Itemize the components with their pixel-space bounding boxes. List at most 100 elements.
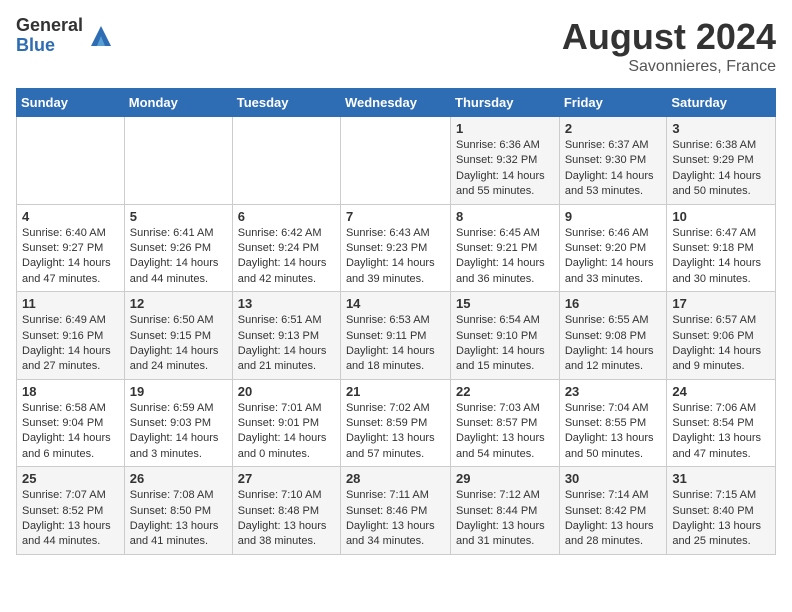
day-info: Sunrise: 6:51 AMSunset: 9:13 PMDaylight:… [238,313,335,375]
calendar-cell: 30Sunrise: 7:14 AMSunset: 8:42 PMDayligh… [559,467,667,555]
day-info: Sunrise: 6:41 AMSunset: 9:26 PMDaylight:… [130,226,227,288]
calendar-cell: 26Sunrise: 7:08 AMSunset: 8:50 PMDayligh… [124,467,232,555]
day-info: Sunrise: 7:03 AMSunset: 8:57 PMDaylight:… [456,401,554,463]
calendar-cell: 13 Sunrise: 6:51 AMSunset: 9:13 PMDayligh… [232,292,340,380]
calendar-cell: 2 Sunrise: 6:37 AMSunset: 9:30 PMDaylight… [559,117,667,205]
calendar-cell: 25Sunrise: 7:07 AMSunset: 8:52 PMDayligh… [17,467,125,555]
day-info: Sunrise: 7:02 AMSunset: 8:59 PMDaylight:… [346,401,445,463]
calendar-week-row: 11 Sunrise: 6:49 AMSunset: 9:16 PMDayligh… [17,292,776,380]
calendar-cell: 3 Sunrise: 6:38 AMSunset: 9:29 PMDaylight… [667,117,776,205]
day-info: Sunrise: 7:01 AMSunset: 9:01 PMDaylight:… [238,401,335,463]
day-info: Sunrise: 6:47 AMSunset: 9:18 PMDaylight:… [672,226,770,288]
day-number: 19 [130,384,227,399]
day-of-week-header: Thursday [451,89,560,117]
calendar-cell: 27 Sunrise: 7:10 AMSunset: 8:48 PMDayligh… [232,467,340,555]
calendar-cell: 11 Sunrise: 6:49 AMSunset: 9:16 PMDayligh… [17,292,125,380]
day-info: Sunrise: 6:50 AMSunset: 9:15 PMDaylight:… [130,313,227,375]
calendar-cell [124,117,232,205]
calendar-cell: 7 Sunrise: 6:43 AMSunset: 9:23 PMDaylight… [340,204,450,292]
title-block: August 2024 Savonnieres, France [562,16,776,76]
day-number: 20 [238,384,335,399]
calendar-cell: 6 Sunrise: 6:42 AMSunset: 9:24 PMDaylight… [232,204,340,292]
day-of-week-header: Saturday [667,89,776,117]
day-info: Sunrise: 6:54 AMSunset: 9:10 PMDaylight:… [456,313,554,375]
calendar-cell [340,117,450,205]
day-number: 31 [672,471,770,486]
day-number: 16 [565,296,662,311]
calendar-cell: 17Sunrise: 6:57 AMSunset: 9:06 PMDayligh… [667,292,776,380]
day-info: Sunrise: 7:12 AMSunset: 8:44 PMDaylight:… [456,488,554,550]
day-info: Sunrise: 7:10 AMSunset: 8:48 PMDaylight:… [238,488,335,550]
day-info: Sunrise: 6:36 AMSunset: 9:32 PMDaylight:… [456,138,554,200]
calendar-cell: 21 Sunrise: 7:02 AMSunset: 8:59 PMDayligh… [340,379,450,467]
day-of-week-header: Wednesday [340,89,450,117]
day-number: 4 [22,209,119,224]
day-number: 28 [346,471,445,486]
day-info: Sunrise: 6:49 AMSunset: 9:16 PMDaylight:… [22,313,119,375]
calendar-cell: 12 Sunrise: 6:50 AMSunset: 9:15 PMDayligh… [124,292,232,380]
day-number: 5 [130,209,227,224]
calendar-header-row: SundayMondayTuesdayWednesdayThursdayFrid… [17,89,776,117]
day-info: Sunrise: 6:55 AMSunset: 9:08 PMDaylight:… [565,313,662,375]
day-of-week-header: Sunday [17,89,125,117]
calendar-cell [17,117,125,205]
calendar-cell: 1 Sunrise: 6:36 AMSunset: 9:32 PMDaylight… [451,117,560,205]
day-info: Sunrise: 6:42 AMSunset: 9:24 PMDaylight:… [238,226,335,288]
day-number: 22 [456,384,554,399]
calendar-cell: 23 Sunrise: 7:04 AMSunset: 8:55 PMDayligh… [559,379,667,467]
calendar-cell: 5 Sunrise: 6:41 AMSunset: 9:26 PMDaylight… [124,204,232,292]
day-number: 25 [22,471,119,486]
day-info: Sunrise: 7:06 AMSunset: 8:54 PMDaylight:… [672,401,770,463]
day-number: 3 [672,121,770,136]
day-info: Sunrise: 6:58 AMSunset: 9:04 PMDaylight:… [22,401,119,463]
location: Savonnieres, France [562,58,776,76]
day-number: 23 [565,384,662,399]
day-number: 12 [130,296,227,311]
calendar-cell: 8 Sunrise: 6:45 AMSunset: 9:21 PMDaylight… [451,204,560,292]
day-number: 13 [238,296,335,311]
calendar-table: SundayMondayTuesdayWednesdayThursdayFrid… [16,88,776,555]
day-number: 24 [672,384,770,399]
calendar-cell: 9Sunrise: 6:46 AMSunset: 9:20 PMDaylight… [559,204,667,292]
day-info: Sunrise: 7:11 AMSunset: 8:46 PMDaylight:… [346,488,445,550]
day-info: Sunrise: 7:04 AMSunset: 8:55 PMDaylight:… [565,401,662,463]
calendar-cell: 20 Sunrise: 7:01 AMSunset: 9:01 PMDayligh… [232,379,340,467]
day-number: 27 [238,471,335,486]
day-number: 6 [238,209,335,224]
day-number: 2 [565,121,662,136]
day-info: Sunrise: 6:46 AMSunset: 9:20 PMDaylight:… [565,226,662,288]
calendar-cell: 16 Sunrise: 6:55 AMSunset: 9:08 PMDayligh… [559,292,667,380]
day-number: 8 [456,209,554,224]
day-info: Sunrise: 6:43 AMSunset: 9:23 PMDaylight:… [346,226,445,288]
calendar-cell: 24 Sunrise: 7:06 AMSunset: 8:54 PMDayligh… [667,379,776,467]
day-number: 14 [346,296,445,311]
day-info: Sunrise: 6:57 AMSunset: 9:06 PMDaylight:… [672,313,770,375]
day-info: Sunrise: 6:45 AMSunset: 9:21 PMDaylight:… [456,226,554,288]
day-info: Sunrise: 6:37 AMSunset: 9:30 PMDaylight:… [565,138,662,200]
calendar-cell: 4 Sunrise: 6:40 AMSunset: 9:27 PMDaylight… [17,204,125,292]
day-info: Sunrise: 6:38 AMSunset: 9:29 PMDaylight:… [672,138,770,200]
logo-icon [87,22,115,50]
calendar-cell: 14 Sunrise: 6:53 AMSunset: 9:11 PMDayligh… [340,292,450,380]
day-info: Sunrise: 7:15 AMSunset: 8:40 PMDaylight:… [672,488,770,550]
logo-general: General [16,16,83,36]
day-info: Sunrise: 6:59 AMSunset: 9:03 PMDaylight:… [130,401,227,463]
day-info: Sunrise: 6:40 AMSunset: 9:27 PMDaylight:… [22,226,119,288]
day-number: 10 [672,209,770,224]
day-number: 29 [456,471,554,486]
day-number: 21 [346,384,445,399]
day-info: Sunrise: 6:53 AMSunset: 9:11 PMDaylight:… [346,313,445,375]
calendar-cell [232,117,340,205]
day-number: 1 [456,121,554,136]
day-number: 18 [22,384,119,399]
calendar-week-row: 1 Sunrise: 6:36 AMSunset: 9:32 PMDaylight… [17,117,776,205]
day-number: 7 [346,209,445,224]
calendar-week-row: 25Sunrise: 7:07 AMSunset: 8:52 PMDayligh… [17,467,776,555]
calendar-week-row: 4 Sunrise: 6:40 AMSunset: 9:27 PMDaylight… [17,204,776,292]
logo-blue: Blue [16,36,83,56]
day-number: 11 [22,296,119,311]
calendar-cell: 29 Sunrise: 7:12 AMSunset: 8:44 PMDayligh… [451,467,560,555]
day-number: 30 [565,471,662,486]
day-of-week-header: Tuesday [232,89,340,117]
calendar-cell: 19 Sunrise: 6:59 AMSunset: 9:03 PMDayligh… [124,379,232,467]
